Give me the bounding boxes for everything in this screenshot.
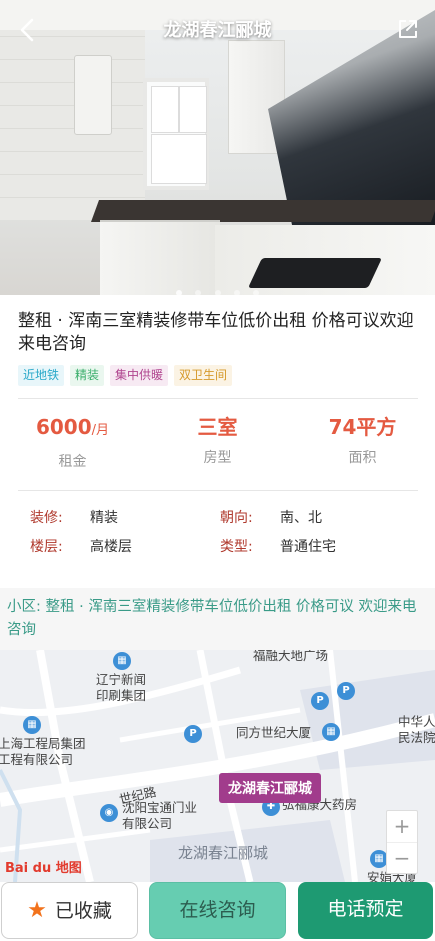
map-label: 印刷集团 — [96, 688, 147, 703]
map-label: 福融大地广场 — [253, 650, 329, 663]
map-label: 有限公司 — [122, 816, 173, 831]
top-bar: 龙湖春江郦城 — [0, 0, 435, 60]
parking-icon: P — [311, 692, 329, 710]
map-label: 上海工程局集团 — [0, 736, 86, 751]
chevron-left-icon — [20, 18, 34, 42]
map-poi-icon: ▦ — [23, 716, 41, 734]
attribute-grid: 装修: 精装 朝向: 南、北 楼层: 高楼层 类型: 普通住宅 — [30, 507, 410, 565]
gallery-dot[interactable] — [233, 290, 240, 295]
tag-list: 近地铁 精装 集中供暖 双卫生间 — [18, 365, 233, 386]
page-title: 龙湖春江郦城 — [163, 20, 272, 41]
map-label: 中华人 — [398, 714, 435, 729]
zoom-in-button[interactable]: + — [387, 811, 417, 843]
tag-refined: 精装 — [70, 365, 105, 386]
community-text: 小区: 整租 · 浑南三室精装修带车位低价出租 价格可议 欢迎来电咨询 — [7, 599, 417, 638]
map-label: 工程有限公司 — [0, 752, 74, 767]
attr-orientation: 朝向: 南、北 — [220, 510, 322, 526]
map-zoom-control: + − — [386, 810, 418, 874]
photo-water-heater — [74, 55, 112, 135]
stat-layout: 三室 房型 — [145, 413, 290, 473]
gallery-dot[interactable] — [176, 290, 183, 295]
divider — [18, 490, 418, 491]
map-label: 辽宁新闻 — [96, 672, 147, 687]
rent-label: 租金 — [58, 454, 87, 470]
stat-rent: 6000/月 租金 — [0, 413, 145, 473]
map-area-label: 龙湖春江郦城 — [178, 844, 269, 862]
tag-central-heating: 集中供暖 — [110, 365, 169, 386]
area-value: 74平方 — [328, 415, 397, 439]
map-pin-label[interactable]: 龙湖春江郦城 — [219, 773, 321, 803]
share-icon — [399, 20, 417, 38]
key-stats: 6000/月 租金 三室 房型 74平方 面积 — [0, 413, 435, 473]
map-provider-logo: Bai du 地图 — [5, 861, 82, 876]
layout-label: 房型 — [203, 450, 232, 466]
gallery-dot[interactable] — [252, 290, 259, 295]
favorite-label: 已收藏 — [54, 900, 112, 922]
bottom-action-bar: ★ 已收藏 在线咨询 电话预定 — [0, 882, 435, 941]
map-label: 民法院 — [398, 730, 435, 745]
map-poi-icon: ▦ — [113, 652, 131, 670]
gallery-dots — [0, 281, 435, 295]
gallery-dot[interactable] — [214, 290, 221, 295]
rent-unit: /月 — [91, 423, 110, 438]
consult-label: 在线咨询 — [179, 899, 256, 921]
star-icon: ★ — [27, 898, 47, 923]
listing-headline: 整租 · 浑南三室精装修带车位低价出租 价格可议欢迎来电咨询 — [18, 311, 414, 354]
divider — [18, 398, 418, 399]
listing-page: 龙湖春江郦城 整租 · 浑南三室精装修带车位低价出租 价格可议欢迎来电咨询 近地… — [0, 0, 435, 941]
community-info[interactable]: 小区: 整租 · 浑南三室精装修带车位低价出租 价格可议 欢迎来电咨询 — [0, 588, 435, 650]
stat-area: 74平方 面积 — [290, 413, 435, 473]
rent-value: 6000 — [35, 415, 92, 439]
favorite-button[interactable]: ★ 已收藏 — [1, 882, 138, 939]
zoom-out-button[interactable]: − — [387, 843, 417, 874]
attr-decoration: 装修: 精装 — [30, 510, 118, 526]
map-label: 沈阳宝通门业 — [122, 800, 198, 815]
attr-floor: 楼层: 高楼层 — [30, 539, 132, 555]
map-label: 同方世纪大厦 — [236, 725, 312, 740]
map-poi-icon: ◉ — [100, 804, 118, 822]
booking-label: 电话预定 — [327, 898, 404, 920]
layout-value: 三室 — [197, 415, 238, 439]
back-button[interactable] — [12, 14, 44, 46]
parking-icon: P — [184, 725, 202, 743]
tag-two-bathrooms: 双卫生间 — [174, 365, 233, 386]
phone-booking-button[interactable]: 电话预定 — [298, 882, 433, 939]
photo-window — [143, 78, 209, 190]
gallery-dot[interactable] — [195, 290, 202, 295]
share-button[interactable] — [395, 16, 421, 42]
attr-type: 类型: 普通住宅 — [220, 539, 336, 555]
online-consult-button[interactable]: 在线咨询 — [149, 882, 286, 939]
location-map[interactable]: 福融大地广场 ▦ 辽宁新闻 印刷集团 ▦ 上海工程局集团 工程有限公司 世纪路 … — [0, 650, 435, 882]
area-label: 面积 — [348, 450, 377, 466]
parking-icon: P — [337, 682, 355, 700]
photo-countertop — [90, 200, 435, 222]
tag-near-subway: 近地铁 — [18, 365, 65, 386]
map-poi-icon: ▦ — [322, 723, 340, 741]
